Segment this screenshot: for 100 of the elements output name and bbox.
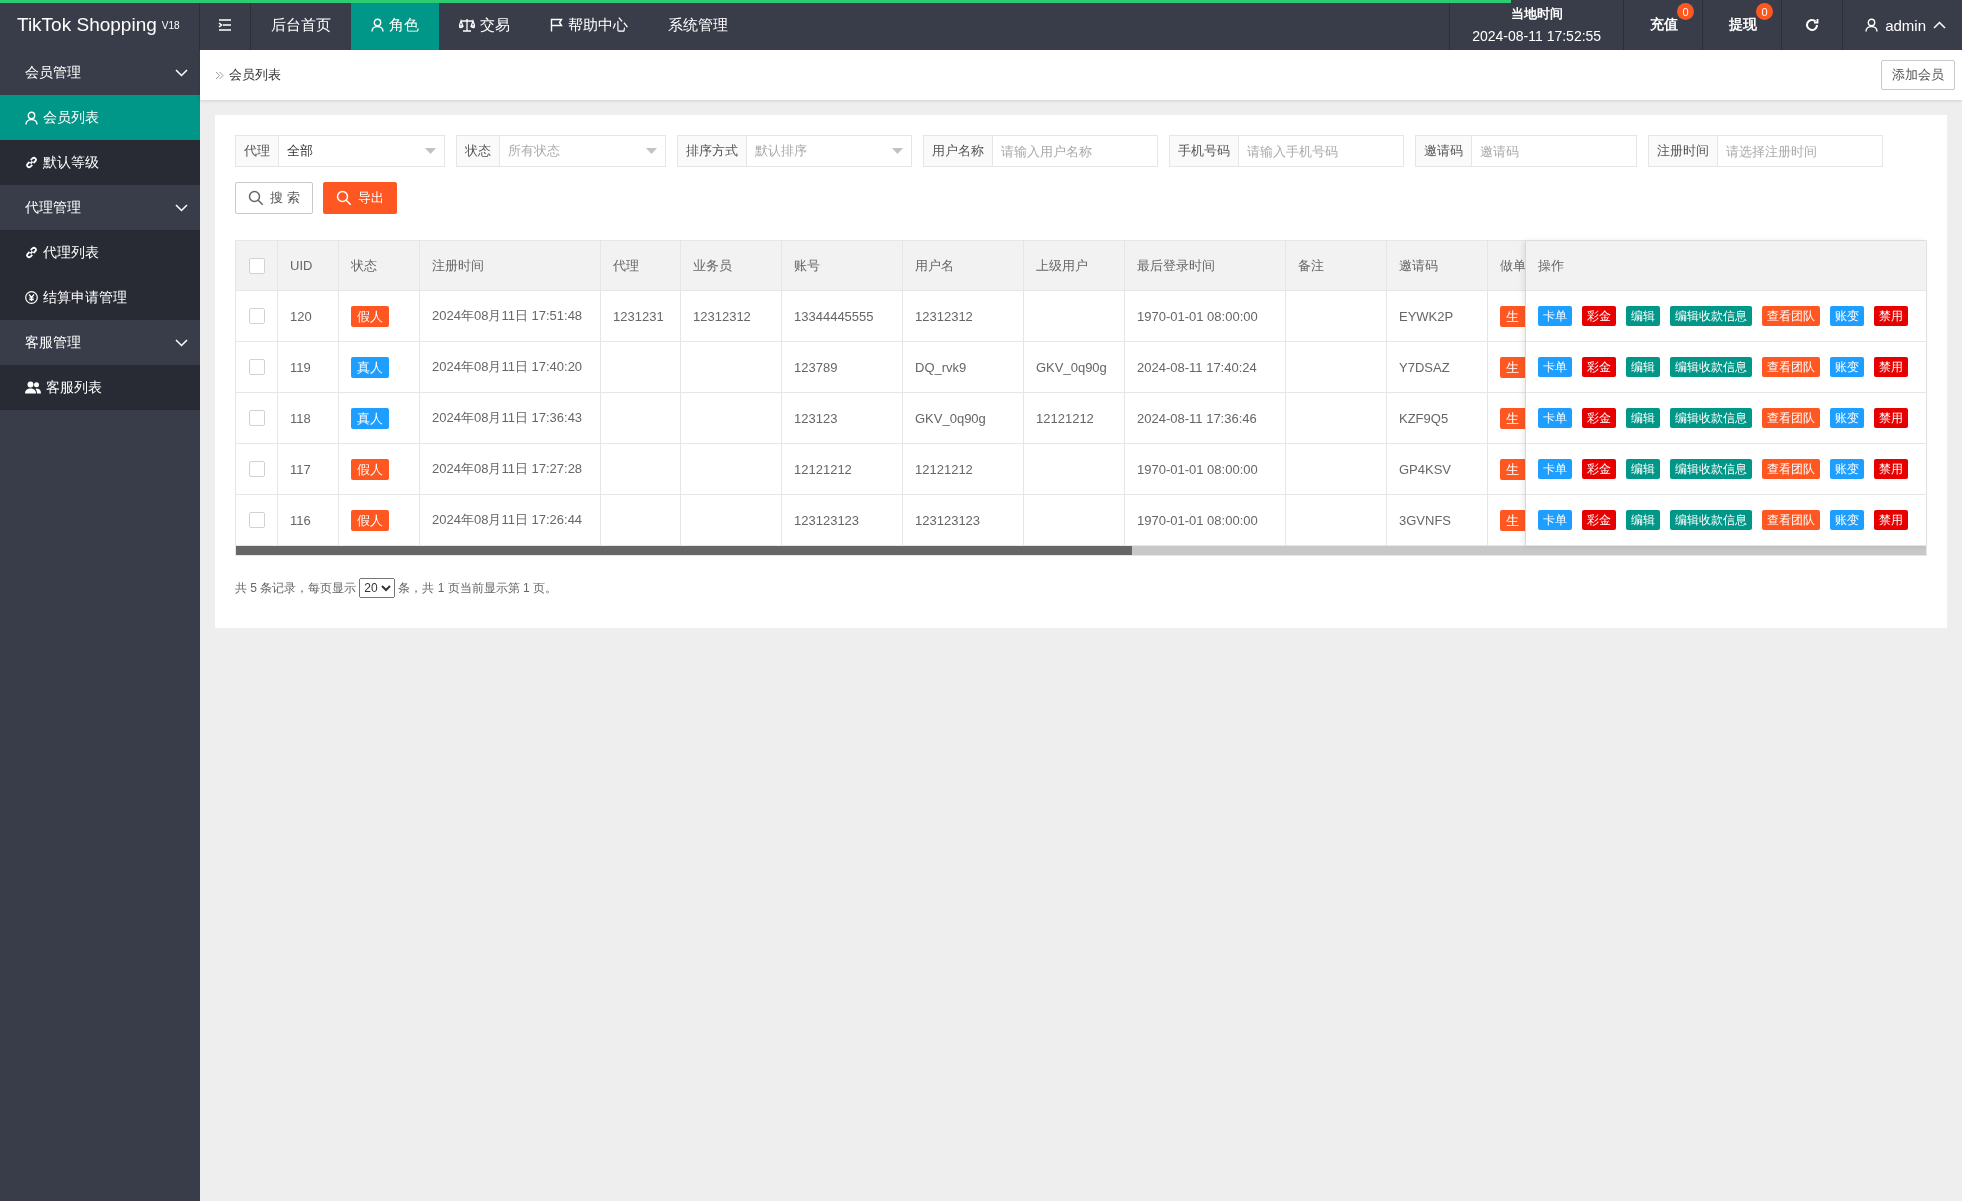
order-tag: 生	[1500, 356, 1525, 378]
action-button[interactable]: 卡单	[1538, 408, 1572, 428]
menu-item[interactable]: 客服列表	[0, 365, 200, 410]
menu-icon[interactable]	[218, 19, 232, 31]
action-button[interactable]: 查看团队	[1762, 459, 1820, 479]
menu-item[interactable]: 代理列表	[0, 230, 200, 275]
user-menu[interactable]: admin	[1885, 16, 1926, 34]
refresh-icon[interactable]	[1805, 18, 1820, 32]
nav-tab[interactable]: 角色	[351, 0, 439, 50]
select-field[interactable]: 全部	[279, 135, 445, 167]
action-button[interactable]: 禁用	[1874, 306, 1908, 326]
pagination-text: 共 5 条记录，每页显示	[235, 579, 357, 597]
page-size-select[interactable]: 20	[359, 578, 396, 598]
count-badge: 0	[1756, 3, 1774, 20]
action-button[interactable]: 卡单	[1538, 510, 1572, 530]
action-button[interactable]: 编辑收款信息	[1670, 408, 1752, 428]
action-button[interactable]: 查看团队	[1762, 357, 1820, 377]
action-button[interactable]: 编辑收款信息	[1670, 459, 1752, 479]
action-button[interactable]: 编辑收款信息	[1670, 510, 1752, 530]
order-tag: 生	[1500, 458, 1525, 480]
action-button[interactable]: 查看团队	[1762, 408, 1820, 428]
action-button[interactable]: 彩金	[1582, 510, 1616, 530]
action-button[interactable]: 编辑收款信息	[1670, 357, 1752, 377]
select-field[interactable]: 默认排序	[747, 135, 912, 167]
action-button[interactable]: 编辑	[1626, 459, 1660, 479]
table-cell: 3GVNFS	[1399, 512, 1451, 528]
menu-group[interactable]: 客服管理	[25, 333, 81, 352]
table-cell: 2024-08-11 17:40:24	[1137, 359, 1257, 375]
action-button[interactable]: 账变	[1830, 306, 1864, 326]
table-cell: 1231231	[613, 308, 664, 324]
checkbox[interactable]	[248, 410, 265, 426]
action-button[interactable]: 编辑	[1626, 306, 1660, 326]
filter-label: 用户名称	[923, 135, 993, 167]
action-button[interactable]: 编辑	[1626, 510, 1660, 530]
checkbox[interactable]	[248, 257, 265, 274]
nav-tab[interactable]: 后台首页	[251, 0, 351, 50]
order-tag: 生	[1500, 407, 1525, 429]
checkbox[interactable]	[248, 512, 265, 528]
action-button[interactable]: 禁用	[1874, 408, 1908, 428]
table-cell: 117	[290, 461, 311, 477]
action-button[interactable]: 账变	[1830, 459, 1864, 479]
action-button[interactable]: 彩金	[1582, 357, 1616, 377]
input-field[interactable]: 邀请码	[1472, 135, 1637, 167]
search-button[interactable]: 搜 索	[235, 182, 313, 214]
action-button[interactable]: 禁用	[1874, 510, 1908, 530]
action-button[interactable]: 账变	[1830, 408, 1864, 428]
clock-time: 2024-08-11 17:52:55	[1472, 27, 1602, 46]
users-icon	[25, 381, 41, 394]
input-field[interactable]: 请输入用户名称	[993, 135, 1158, 167]
action-button[interactable]: 彩金	[1582, 459, 1616, 479]
action-button[interactable]: 彩金	[1582, 306, 1616, 326]
nav-link[interactable]: 提现	[1729, 16, 1758, 34]
select-field[interactable]: 所有状态	[500, 135, 666, 167]
link-icon	[25, 156, 38, 169]
action-button[interactable]: 禁用	[1874, 459, 1908, 479]
table-cell: 2024年08月11日 17:26:44	[432, 511, 583, 529]
menu-group[interactable]: 会员管理	[25, 63, 81, 82]
checkbox[interactable]	[248, 359, 265, 375]
add-member-button[interactable]: 添加会员	[1881, 60, 1955, 90]
action-button[interactable]: 账变	[1830, 510, 1864, 530]
nav-tab[interactable]: 帮助中心	[530, 0, 648, 50]
table-cell: 118	[290, 410, 311, 426]
column-header: 业务员	[693, 256, 732, 275]
menu-item[interactable]: 会员列表	[0, 95, 200, 140]
nav-tab[interactable]: 系统管理	[648, 0, 748, 50]
table-cell: 1970-01-01 08:00:00	[1137, 308, 1258, 324]
checkbox[interactable]	[248, 461, 265, 477]
balance-scale-icon	[459, 18, 475, 32]
action-button[interactable]: 卡单	[1538, 459, 1572, 479]
action-button[interactable]: 账变	[1830, 357, 1864, 377]
menu-item[interactable]: 默认等级	[0, 140, 200, 185]
nav-link[interactable]: 充值	[1650, 16, 1679, 34]
checkbox[interactable]	[248, 308, 265, 324]
horizontal-scrollbar[interactable]	[236, 546, 1926, 555]
action-button[interactable]: 编辑	[1626, 357, 1660, 377]
action-button[interactable]: 查看团队	[1762, 510, 1820, 530]
pagination-text: 条，共 1 页当前显示第 1 页。	[398, 579, 558, 597]
table-cell: 119	[290, 359, 311, 375]
breadcrumb-item[interactable]: 会员列表	[229, 66, 281, 84]
status-tag: 假人	[351, 305, 389, 327]
action-button[interactable]: 查看团队	[1762, 306, 1820, 326]
action-button[interactable]: 禁用	[1874, 357, 1908, 377]
action-button[interactable]: 编辑收款信息	[1670, 306, 1752, 326]
action-button[interactable]: 编辑	[1626, 408, 1660, 428]
filter-label: 状态	[456, 135, 500, 167]
menu-group[interactable]: 代理管理	[25, 198, 81, 217]
table-cell: 2024-08-11 17:36:46	[1137, 410, 1257, 426]
menu-item[interactable]: 结算申请管理	[0, 275, 200, 320]
action-button[interactable]: 卡单	[1538, 357, 1572, 377]
action-button[interactable]: 卡单	[1538, 306, 1572, 326]
export-button[interactable]: 导出	[322, 182, 397, 214]
input-field[interactable]: 请输入手机号码	[1239, 135, 1404, 167]
count-badge: 0	[1677, 3, 1695, 20]
column-header: UID	[290, 258, 313, 273]
status-tag: 真人	[351, 356, 389, 378]
table-cell: 120	[290, 308, 312, 324]
input-field[interactable]: 请选择注册时间	[1718, 135, 1883, 167]
nav-tab[interactable]: 交易	[439, 0, 530, 50]
table-cell: 2024年08月11日 17:27:28	[432, 460, 583, 478]
action-button[interactable]: 彩金	[1582, 408, 1616, 428]
